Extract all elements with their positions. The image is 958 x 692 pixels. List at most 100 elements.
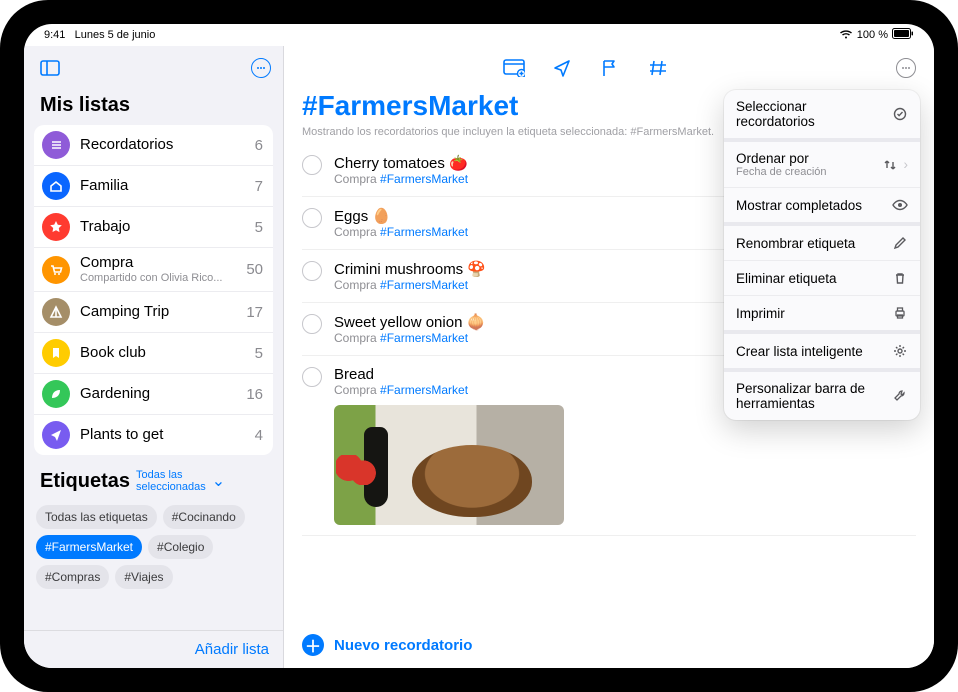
tag-chip[interactable]: #Colegio: [148, 535, 213, 559]
list-row[interactable]: Trabajo 5: [34, 206, 273, 247]
tags-cloud: Todas las etiquetas#Cocinando #FarmersMar…: [34, 501, 273, 601]
tag-chip[interactable]: #Cocinando: [163, 505, 245, 529]
menu-item[interactable]: Ordenar porFecha de creación›: [724, 142, 920, 187]
more-menu[interactable]: Seleccionar recordatoriosOrdenar porFech…: [724, 90, 920, 420]
list-row[interactable]: Gardening 16: [34, 373, 273, 414]
reminder-list-link[interactable]: Compra: [334, 331, 377, 345]
reminder-tag-link[interactable]: #FarmersMarket: [380, 331, 468, 345]
list-row[interactable]: Recordatorios 6: [34, 125, 273, 165]
cart-icon: [42, 256, 70, 284]
list-count: 4: [255, 427, 263, 444]
chevron-right-icon: ›: [904, 157, 909, 172]
list-count: 16: [246, 386, 263, 403]
wrench-icon: [892, 388, 908, 404]
reminder-list-link[interactable]: Compra: [334, 225, 377, 239]
list-main: Gardening: [80, 385, 240, 403]
main-more-button[interactable]: [896, 58, 916, 78]
new-reminder-label: Nuevo recordatorio: [334, 637, 472, 654]
sidebar-more-button[interactable]: [251, 58, 271, 78]
list-main: Recordatorios: [80, 136, 249, 154]
menu-item-label: Crear lista inteligente: [736, 344, 863, 359]
sidebar-toolbar: [24, 46, 283, 90]
list-count: 6: [255, 137, 263, 154]
list-count: 5: [255, 219, 263, 236]
wifi-icon: [839, 29, 853, 42]
sidebar: Mis listas Recordatorios6Familia7Trabajo…: [24, 46, 284, 668]
status-left: 9:41 Lunes 5 de junio: [44, 29, 155, 41]
list-main: CompraCompartido con Olivia Rico...: [80, 254, 240, 285]
chevron-down-icon: ⌄: [212, 471, 225, 491]
list-main: Book club: [80, 344, 249, 362]
list-name: Compra: [80, 254, 240, 272]
flag-button[interactable]: [599, 57, 621, 79]
sidebar-body: Mis listas Recordatorios6Familia7Trabajo…: [24, 90, 283, 630]
list-main: Camping Trip: [80, 303, 240, 321]
list-name: Camping Trip: [80, 303, 240, 321]
menu-item[interactable]: Renombrar etiqueta: [724, 226, 920, 260]
menu-item[interactable]: Personalizar barra de herramientas: [724, 372, 920, 420]
share-button[interactable]: [551, 57, 573, 79]
menu-item[interactable]: Eliminar etiqueta: [724, 260, 920, 295]
tent-icon: [42, 298, 70, 326]
reminder-tag-link[interactable]: #FarmersMarket: [380, 225, 468, 239]
list-row[interactable]: Book club5: [34, 332, 273, 373]
tags-header: Etiquetas Todas las seleccionadas ⌄: [34, 455, 273, 501]
list-row[interactable]: Plants to get 4: [34, 414, 273, 455]
lists-card: Recordatorios 6 Familia7 Trabajo 5 CompraComp…: [34, 125, 273, 455]
tag-chip[interactable]: #Viajes: [115, 565, 172, 589]
list-count: 17: [246, 304, 263, 321]
list-name: Recordatorios: [80, 136, 249, 154]
reminder-tag-link[interactable]: #FarmersMarket: [380, 172, 468, 186]
reminder-checkbox[interactable]: [302, 261, 322, 281]
pencil-icon: [892, 235, 908, 251]
reminder-list-link[interactable]: Compra: [334, 278, 377, 292]
list-name: Book club: [80, 344, 249, 362]
list-name: Plants to get: [80, 426, 249, 444]
reminder-checkbox[interactable]: [302, 155, 322, 175]
reminder-checkbox[interactable]: [302, 367, 322, 387]
main: #FarmersMarket Mostrando los recordatori…: [284, 46, 934, 668]
battery-icon: [892, 28, 914, 42]
reminder-attachment-image[interactable]: [334, 405, 564, 525]
list-row[interactable]: Familia7: [34, 165, 273, 206]
tag-chip[interactable]: #FarmersMarket: [36, 535, 142, 559]
menu-item[interactable]: Imprimir: [724, 295, 920, 330]
menu-item-label: Mostrar completados: [736, 198, 862, 213]
reminder-tag-link[interactable]: #FarmersMarket: [380, 278, 468, 292]
bookmark-icon: [42, 339, 70, 367]
list-icon: [42, 131, 70, 159]
tags-title: Etiquetas: [40, 470, 130, 493]
reminder-tag-link[interactable]: #FarmersMarket: [380, 383, 468, 397]
new-reminder-button[interactable]: ＋ Nuevo recordatorio: [284, 622, 934, 668]
reminder-list-link[interactable]: Compra: [334, 383, 377, 397]
menu-item-label: Eliminar etiqueta: [736, 271, 837, 286]
reminder-checkbox[interactable]: [302, 208, 322, 228]
toggle-sidebar-button[interactable]: [36, 54, 64, 82]
list-name: Trabajo: [80, 218, 249, 236]
menu-item[interactable]: Seleccionar recordatorios: [724, 90, 920, 138]
list-count: 50: [246, 261, 263, 278]
list-row[interactable]: CompraCompartido con Olivia Rico... 50: [34, 247, 273, 291]
status-date: Lunes 5 de junio: [75, 29, 156, 41]
plus-icon: ＋: [302, 634, 324, 656]
list-name: Familia: [80, 177, 249, 195]
list-row[interactable]: Camping Trip 17: [34, 291, 273, 332]
lists-header: Mis listas: [34, 90, 273, 125]
menu-item[interactable]: Crear lista inteligente: [724, 334, 920, 368]
paper-plane-icon: [42, 421, 70, 449]
tag-button[interactable]: [647, 57, 669, 79]
menu-item-sublabel: Fecha de creación: [736, 166, 827, 178]
menu-item[interactable]: Mostrar completados: [724, 187, 920, 222]
list-sublabel: Compartido con Olivia Rico...: [80, 272, 240, 285]
list-main: Trabajo: [80, 218, 249, 236]
menu-item-label: Seleccionar recordatorios: [736, 99, 884, 129]
main-toolbar: [284, 46, 934, 90]
add-list-button[interactable]: Añadir lista: [24, 630, 283, 668]
reminder-checkbox[interactable]: [302, 314, 322, 334]
list-main: Plants to get: [80, 426, 249, 444]
templates-button[interactable]: [503, 57, 525, 79]
tags-filter-button[interactable]: Todas las seleccionadas: [136, 469, 206, 493]
reminder-list-link[interactable]: Compra: [334, 172, 377, 186]
tag-chip[interactable]: #Compras: [36, 565, 109, 589]
tag-chip[interactable]: Todas las etiquetas: [36, 505, 157, 529]
